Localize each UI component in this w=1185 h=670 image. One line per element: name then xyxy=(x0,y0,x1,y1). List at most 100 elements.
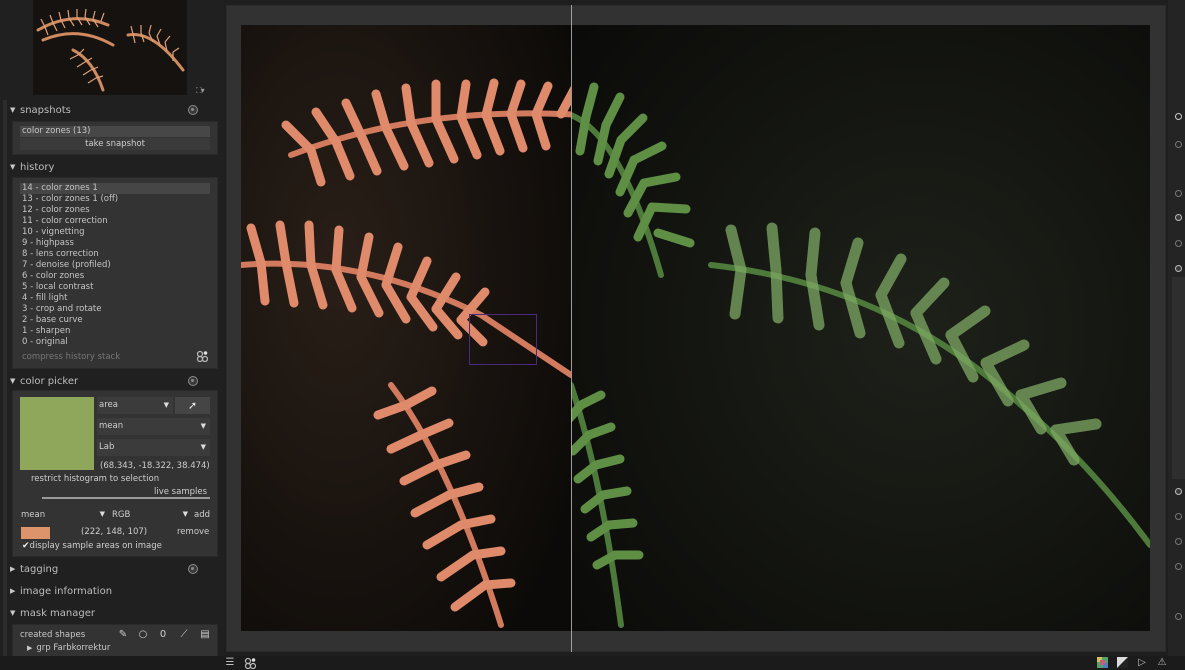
history-item[interactable]: 6 - color zones xyxy=(20,271,210,282)
draw-brush-icon[interactable]: ⟋ xyxy=(178,629,190,641)
module-toggle-icon[interactable] xyxy=(1175,563,1182,570)
restrict-histogram-toggle[interactable]: restrict histogram to selection xyxy=(31,474,159,484)
presets-icon[interactable] xyxy=(188,376,198,386)
compress-history-button[interactable]: compress history stack xyxy=(22,352,120,362)
chevron-down-icon: ▼ xyxy=(200,422,206,430)
styles-icon[interactable] xyxy=(244,657,257,670)
history-item[interactable]: 3 - crop and rotate xyxy=(20,304,210,315)
snapshots-header[interactable]: ▼ snapshots xyxy=(10,102,220,118)
chevron-down-icon: ▼ xyxy=(99,510,105,518)
module-toggle-icon[interactable] xyxy=(1175,538,1182,545)
tagging-title: tagging xyxy=(20,563,59,575)
module-toggle-icon[interactable] xyxy=(1175,488,1182,495)
module-toggle-icon[interactable] xyxy=(1175,265,1182,272)
history-item[interactable]: 8 - lens correction xyxy=(20,249,210,260)
live-samples-label: live samples xyxy=(154,487,208,497)
picker-mode-select[interactable]: area ▼ xyxy=(97,397,173,414)
snapshot-item[interactable]: color zones (13) xyxy=(20,126,210,137)
image-information-header[interactable]: ▶ image information xyxy=(10,583,220,599)
bottom-toolbar: ☰ ▷ ⚠ xyxy=(0,656,1185,670)
history-title: history xyxy=(20,161,55,173)
expand-arrow-icon: ▼ xyxy=(10,377,16,385)
picker-arrow-icon: ➚ xyxy=(187,399,198,412)
navigation-thumbnail[interactable] xyxy=(33,0,187,95)
history-item[interactable]: 4 - fill light xyxy=(20,293,210,304)
sample-color-swatch xyxy=(21,527,50,539)
color-profile-icon[interactable] xyxy=(1096,657,1108,669)
history-item[interactable]: 12 - color zones xyxy=(20,205,210,216)
module-toggle-icon[interactable] xyxy=(1175,141,1182,148)
sample-statistic-select[interactable]: mean ▼ xyxy=(21,510,107,520)
history-item[interactable]: 2 - base curve xyxy=(20,315,210,326)
styles-icon[interactable] xyxy=(196,350,208,362)
history-item[interactable]: 10 - vignetting xyxy=(20,227,210,238)
history-item[interactable]: 5 - local contrast xyxy=(20,282,210,293)
mask-group-item[interactable]: ▶ grp Farbkorrektur xyxy=(27,643,110,653)
history-item[interactable]: 0 - original xyxy=(20,337,210,348)
warning-icon[interactable]: ⚠ xyxy=(1156,657,1168,669)
statistic-value: mean xyxy=(99,421,124,431)
sample-model-value: RGB xyxy=(112,510,131,520)
display-sample-areas-label: display sample areas on image xyxy=(29,541,162,551)
sample-area-box[interactable] xyxy=(469,314,537,365)
overexposed-icon[interactable] xyxy=(1116,657,1128,669)
tagging-header[interactable]: ▶ tagging xyxy=(10,561,220,577)
draw-gradient-icon[interactable]: ▤ xyxy=(199,629,211,641)
colorspace-select[interactable]: Lab ▼ xyxy=(97,439,210,456)
photo-fern-before-after xyxy=(241,25,1150,631)
left-panel-scrollbar[interactable] xyxy=(3,100,7,660)
color-picker-header[interactable]: ▼ color picker xyxy=(10,373,220,389)
play-icon[interactable]: ▷ xyxy=(1136,657,1148,669)
colorspace-value: Lab xyxy=(99,442,115,452)
module-toggle-icon[interactable] xyxy=(1175,214,1182,221)
fit-zoom-icon[interactable]: ⛶▾ xyxy=(196,86,205,96)
module-toggle-icon[interactable] xyxy=(1175,240,1182,247)
module-toggle-icon[interactable] xyxy=(1175,190,1182,197)
live-samples-divider xyxy=(42,497,210,499)
history-body: 14 - color zones 1 13 - color zones 1 (o… xyxy=(12,177,218,369)
snapshots-title: snapshots xyxy=(20,104,71,116)
hamburger-menu-icon[interactable]: ☰ xyxy=(224,657,236,669)
expand-arrow-icon: ▼ xyxy=(10,163,16,171)
remove-sample-button[interactable]: remove xyxy=(177,527,209,537)
color-picker-button[interactable]: ➚ xyxy=(175,397,210,414)
navigation-preview-image xyxy=(33,0,187,95)
chevron-down-icon: ▼ xyxy=(163,401,169,409)
history-item[interactable]: 13 - color zones 1 (off) xyxy=(20,194,210,205)
left-panel: ⛶▾ ▼ snapshots color zones (13) take sna… xyxy=(0,0,224,668)
statistic-select[interactable]: mean ▼ xyxy=(97,418,210,435)
mask-manager-header[interactable]: ▼ mask manager xyxy=(10,605,220,621)
history-item[interactable]: 9 - highpass xyxy=(20,238,210,249)
draw-path-icon[interactable]: ✎ xyxy=(117,629,129,641)
image-canvas[interactable] xyxy=(241,25,1150,631)
presets-icon[interactable] xyxy=(188,105,198,115)
color-picker-title: color picker xyxy=(20,375,79,387)
created-shapes-label: created shapes xyxy=(20,630,86,640)
take-snapshot-button[interactable]: take snapshot xyxy=(20,138,210,150)
mask-manager-title: mask manager xyxy=(20,607,95,619)
module-toggle-icon[interactable] xyxy=(1175,113,1182,120)
add-sample-button[interactable]: add xyxy=(194,510,210,520)
history-item[interactable]: 1 - sharpen xyxy=(20,326,210,337)
module-toggle-icon[interactable] xyxy=(1175,513,1182,520)
before-after-split-handle[interactable] xyxy=(571,5,572,652)
presets-icon[interactable] xyxy=(188,564,198,574)
history-item[interactable]: 7 - denoise (profiled) xyxy=(20,260,210,271)
history-item[interactable]: 14 - color zones 1 xyxy=(20,183,210,194)
image-information-title: image information xyxy=(20,585,113,597)
history-item[interactable]: 11 - color correction xyxy=(20,216,210,227)
chevron-down-icon: ▼ xyxy=(200,443,206,451)
sample-color-values: (222, 148, 107) xyxy=(81,527,148,537)
picked-color-values: (68.343, -18.322, 38.474) xyxy=(100,461,210,471)
mask-group-label: grp Farbkorrektur xyxy=(36,643,111,653)
draw-ellipse-icon[interactable]: 0 xyxy=(157,629,169,641)
sample-model-select[interactable]: RGB ▼ xyxy=(112,510,190,520)
draw-circle-icon[interactable]: ○ xyxy=(137,629,149,641)
expand-arrow-icon: ▼ xyxy=(10,609,16,617)
module-toggle-icon[interactable] xyxy=(1175,613,1182,620)
color-picker-body: area ▼ ➚ mean ▼ Lab ▼ (68.343, -18.322, … xyxy=(12,390,218,557)
display-sample-areas-checkbox[interactable]: ✔display sample areas on image xyxy=(22,541,162,551)
checkmark-icon: ✔ xyxy=(22,541,30,551)
history-header[interactable]: ▼ history xyxy=(10,159,220,175)
chevron-down-icon: ▼ xyxy=(182,510,188,518)
